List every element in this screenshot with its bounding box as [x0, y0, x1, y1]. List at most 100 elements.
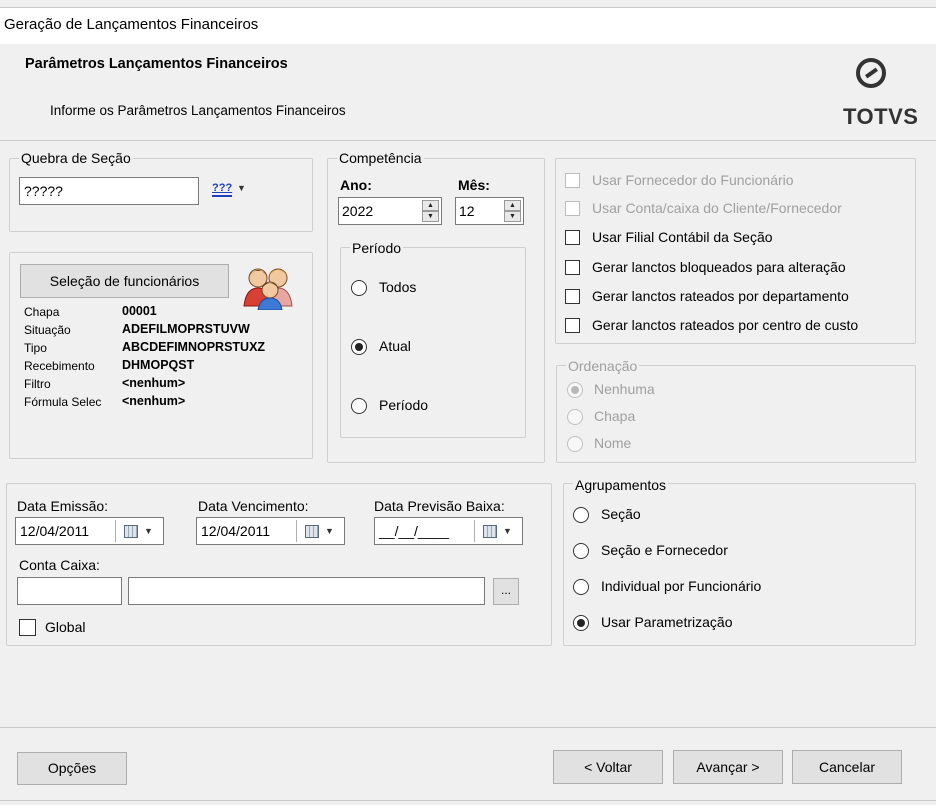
selecao-funcionarios-button[interactable]: Seleção de funcionários [20, 264, 229, 298]
calendar-icon[interactable] [483, 525, 497, 538]
date-separator [474, 520, 475, 542]
ordenacao-chapa-radio[interactable] [567, 409, 583, 425]
rateados-departamento-label: Gerar lanctos rateados por departamento [592, 288, 849, 304]
recebimento-value: DHMOPQST [122, 358, 195, 372]
mes-value: 12 [459, 203, 475, 219]
ordenacao-nenhuma-radio[interactable] [567, 382, 583, 398]
date-separator [115, 520, 116, 542]
chevron-down-icon[interactable]: ▼ [325, 526, 334, 536]
ano-label: Ano: [340, 177, 372, 193]
periodo-atual-radio[interactable] [351, 339, 367, 355]
ano-up-icon[interactable]: ▲ [422, 200, 439, 211]
fornecedor-funcionario-checkbox[interactable] [565, 173, 580, 188]
chapa-label: Chapa [24, 305, 60, 319]
mes-spin-buttons[interactable]: ▲ ▼ [504, 200, 521, 222]
agrupamento-secao-fornecedor-radio[interactable] [573, 543, 589, 559]
ordenacao-nenhuma-label: Nenhuma [594, 381, 655, 397]
ordenacao-legend: Ordenação [566, 358, 640, 374]
competencia-legend: Competência [337, 150, 424, 166]
data-vencimento-value: 12/04/2011 [201, 523, 271, 539]
ano-down-icon[interactable]: ▼ [422, 211, 439, 222]
global-checkbox[interactable] [19, 619, 36, 636]
data-vencimento-label: Data Vencimento: [198, 498, 309, 514]
agrupamento-secao-radio[interactable] [573, 507, 589, 523]
quebra-secao-input[interactable]: ????? [19, 177, 199, 205]
data-vencimento-picker[interactable]: 12/04/2011 ▼ [196, 517, 345, 545]
periodo-todos-radio[interactable] [351, 280, 367, 296]
filial-contabil-label: Usar Filial Contábil da Seção [592, 229, 773, 245]
ordenacao-nome-label: Nome [594, 435, 632, 451]
agrupamento-individual-radio[interactable] [573, 579, 589, 595]
periodo-periodo-label: Período [379, 397, 429, 413]
avancar-button[interactable]: Avançar > [673, 750, 783, 784]
data-previsao-picker[interactable]: __/__/____ ▼ [374, 517, 523, 545]
chevron-down-icon[interactable]: ▼ [503, 526, 512, 536]
bottom-strip [0, 800, 936, 805]
data-previsao-value: __/__/____ [379, 523, 450, 539]
tipo-label: Tipo [24, 341, 47, 355]
periodo-groupbox [340, 247, 526, 438]
formula-value: <nenhum> [122, 394, 186, 408]
opcoes-button[interactable]: Opções [17, 752, 127, 785]
voltar-button[interactable]: < Voltar [553, 750, 663, 784]
data-emissao-picker[interactable]: 12/04/2011 ▼ [15, 517, 164, 545]
ano-spinner[interactable]: 2022 ▲ ▼ [338, 197, 442, 225]
mes-spinner[interactable]: 12 ▲ ▼ [455, 197, 524, 225]
calendar-icon[interactable] [124, 525, 138, 538]
totvs-logo-text: TOTVS [843, 104, 919, 129]
situacao-value: ADEFILMOPRSTUVW [122, 322, 250, 336]
quebra-selector-button[interactable]: ??? ▼ [212, 181, 246, 199]
agrupamento-individual-label: Individual por Funcionário [601, 578, 762, 594]
ordenacao-chapa-label: Chapa [594, 408, 636, 424]
filial-contabil-checkbox[interactable] [565, 230, 580, 245]
mes-up-icon[interactable]: ▲ [504, 200, 521, 211]
data-emissao-value: 12/04/2011 [20, 523, 90, 539]
quebra-legend: Quebra de Seção [19, 150, 133, 166]
footer-separator [0, 727, 936, 728]
agrupamento-parametrizacao-radio[interactable] [573, 615, 589, 631]
chevron-down-icon[interactable]: ▼ [144, 526, 153, 536]
lanctos-bloqueados-label: Gerar lanctos bloqueados para alteração [592, 259, 846, 275]
agrupamento-parametrizacao-label: Usar Parametrização [601, 614, 733, 630]
periodo-todos-label: Todos [379, 279, 417, 295]
fornecedor-funcionario-label: Usar Fornecedor do Funcionário [592, 172, 794, 188]
page-subtitle: Informe os Parâmetros Lançamentos Financ… [50, 103, 346, 118]
question-marks-icon: ??? [212, 181, 233, 197]
agrupamentos-legend: Agrupamentos [573, 477, 669, 493]
recebimento-label: Recebimento [24, 359, 95, 373]
situacao-label: Situação [24, 323, 71, 337]
ano-spin-buttons[interactable]: ▲ ▼ [422, 200, 439, 222]
periodo-atual-label: Atual [379, 338, 411, 354]
periodo-legend: Período [350, 240, 404, 256]
data-emissao-label: Data Emissão: [17, 498, 109, 514]
mes-label: Mês: [458, 177, 490, 193]
page-title: Parâmetros Lançamentos Financeiros [25, 56, 288, 72]
selecao-fields: Chapa 00001 Situação ADEFILMOPRSTUVW Tip… [24, 304, 314, 415]
agrupamento-secao-fornecedor-label: Seção e Fornecedor [601, 542, 728, 558]
formula-label: Fórmula Selec [24, 395, 102, 409]
conta-caixa-browse-button[interactable]: ... [493, 578, 519, 605]
agrupamento-secao-label: Seção [601, 506, 641, 522]
mes-down-icon[interactable]: ▼ [504, 211, 521, 222]
rateados-departamento-checkbox[interactable] [565, 289, 580, 304]
conta-caixa-cliente-checkbox[interactable] [565, 201, 580, 216]
conta-caixa-cliente-label: Usar Conta/caixa do Cliente/Fornecedor [592, 200, 842, 216]
conta-caixa-desc-input[interactable] [128, 577, 485, 605]
rateados-centro-custo-label: Gerar lanctos rateados por centro de cus… [592, 317, 859, 333]
conta-caixa-code-input[interactable] [17, 577, 122, 605]
filtro-label: Filtro [24, 377, 51, 391]
window-title: Geração de Lançamentos Financeiros [0, 8, 936, 44]
users-group-icon [242, 266, 298, 311]
data-previsao-label: Data Previsão Baixa: [374, 498, 505, 514]
ordenacao-nome-radio[interactable] [567, 436, 583, 452]
rateados-centro-custo-checkbox[interactable] [565, 318, 580, 333]
ano-value: 2022 [342, 203, 374, 219]
lanctos-bloqueados-checkbox[interactable] [565, 260, 580, 275]
cancelar-button[interactable]: Cancelar [792, 750, 902, 784]
top-strip [0, 0, 936, 8]
filtro-value: <nenhum> [122, 376, 186, 390]
calendar-icon[interactable] [305, 525, 319, 538]
periodo-periodo-radio[interactable] [351, 398, 367, 414]
chapa-value: 00001 [122, 304, 157, 318]
totvs-logo-icon [856, 58, 886, 88]
